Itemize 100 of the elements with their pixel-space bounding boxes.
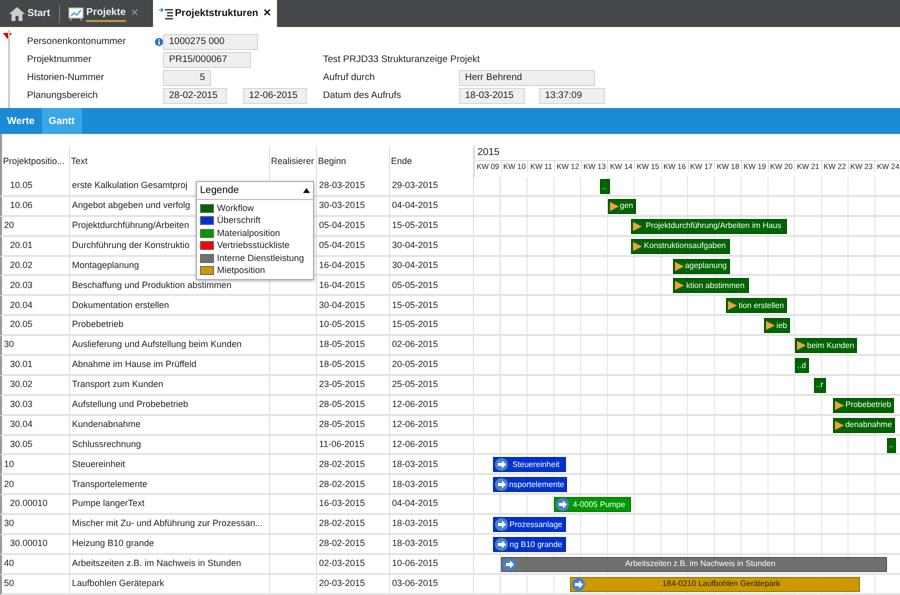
legend-label: Materialposition (217, 226, 280, 240)
play-icon (674, 262, 684, 271)
table-cell-text: Aufstellung und Probebetrieb (71, 398, 188, 411)
input-field[interactable]: 12-06-2015 (243, 88, 307, 104)
column-header[interactable]: Ende (390, 154, 412, 168)
gantt-bar[interactable]: .. (886, 438, 896, 453)
arrow-icon (556, 498, 570, 512)
table-cell-text: 20.04 (9, 298, 33, 312)
table-cell-text: 20.03 (9, 278, 33, 292)
table-cell-text: 28-02-2015 (318, 458, 366, 471)
table-cell-text: Heizung B10 grande (71, 537, 154, 550)
gantt-bar[interactable]: Arbeitszeiten z.B. im Nachweis in Stunden (500, 556, 887, 572)
input-field[interactable]: PR15/000067 (163, 52, 251, 68)
close-icon[interactable]: ✕ (263, 6, 271, 21)
play-icon (632, 242, 642, 251)
table-cell-text: Transport zum Kunden (71, 378, 164, 392)
table-cell-text: 30-03-2015 (318, 199, 366, 212)
table-cell-text: 18-03-2015 (391, 458, 438, 471)
gantt-bar[interactable]: Prozessanlage (493, 517, 566, 532)
gantt-bar[interactable]: ieb (764, 318, 790, 334)
input-field[interactable]: Herr Behrend (459, 70, 595, 86)
table-cell-text: Mischer mit Zu- und Abführung zur Prozessan... (71, 517, 263, 530)
table-cell-text: 18-03-2015 (391, 478, 438, 491)
field-label: Datum des Aufrufs (323, 88, 402, 103)
gantt-bar[interactable]: .. (600, 179, 610, 194)
gantt-bar[interactable]: ktion abstimmen (672, 278, 750, 294)
field-label: Historien-Nummer (27, 70, 104, 85)
table-cell-text: 20.05 (9, 318, 33, 332)
legend-label: Mietposition (217, 264, 266, 277)
gantt-bar[interactable]: 184-0210 Laufbohlen Gerätepark (570, 576, 860, 592)
field-label: Personenkontonummer (27, 34, 126, 49)
table-cell-text: 15-05-2015 (391, 218, 438, 232)
column-header[interactable]: Text (70, 154, 88, 168)
table-cell-text: 04-04-2015 (391, 497, 438, 510)
gantt-bar[interactable]: nsportelemente (493, 477, 568, 492)
tab[interactable]: Werte (0, 108, 42, 134)
gantt-bar[interactable]: 4-0005 Pumpe (554, 497, 631, 512)
input-field[interactable]: 5 (163, 70, 211, 86)
input-field[interactable]: 13:37:09 (539, 88, 605, 104)
table-cell-text: Transportelemente (71, 478, 148, 491)
table-cell-text: 23-05-2015 (318, 378, 366, 392)
table-cell-text: 28-05-2015 (318, 398, 366, 411)
gantt-bar[interactable]: ..d (795, 358, 809, 374)
field-label: Projektnummer (27, 52, 92, 67)
table-cell-text: 30.03 (9, 398, 33, 411)
table-cell-text: 30.05 (9, 438, 33, 451)
legend-label: Vertriebsstückliste (217, 239, 290, 252)
description-text: Test PRJD33 Strukturanzeige Projekt (323, 52, 480, 67)
arrow-icon (502, 558, 516, 571)
table-cell-text: 05-04-2015 (318, 218, 366, 232)
table-cell-text: 02-03-2015 (318, 557, 366, 570)
gantt-bar[interactable]: ..r (814, 378, 826, 393)
gantt-bar[interactable]: tion erstellen (726, 298, 788, 314)
table-cell-text: Abnahme im Hause im Prüffeld (71, 358, 196, 372)
input-field[interactable]: 18-03-2015 (459, 88, 525, 104)
table-cell-text: Auslieferung und Aufstellung beim Kunden (71, 338, 242, 352)
gantt-bar[interactable]: Probebetrieb (833, 398, 894, 413)
gantt-bar[interactable]: denabnahme (833, 418, 895, 433)
input-field[interactable]: 1000275 000 (163, 34, 258, 50)
column-header[interactable]: Projektpositio... (2, 154, 65, 168)
table-cell-text: Angebot abgeben und verfolg (71, 199, 190, 212)
tab[interactable]: Start (3, 0, 56, 27)
table-cell-text: 18-05-2015 (318, 358, 366, 372)
chart-board-icon (68, 6, 84, 20)
gantt-bar[interactable]: Projektdurchführung/Arbeiten im Haus (630, 218, 788, 234)
arrow-icon (495, 538, 508, 552)
table-cell-text: Pumpe langerText (71, 497, 145, 510)
table-cell-text: 10.05 (9, 179, 33, 192)
structure-list-icon (158, 8, 173, 20)
table-cell-text: Kundenabnahme (71, 418, 141, 431)
table-cell-text: 30.04 (9, 418, 33, 431)
tab[interactable]: Projektstrukturen ✕ (152, 0, 277, 27)
table-cell-text: 18-03-2015 (391, 537, 438, 550)
table-cell-text: 30.02 (9, 378, 33, 392)
table-cell-text: 40 (3, 557, 14, 570)
play-icon (610, 202, 619, 211)
table-cell-text: Laufbohlen Gerätepark (71, 577, 164, 590)
table-cell-text: 10-06-2015 (391, 557, 438, 570)
play-icon (766, 321, 776, 330)
column-header[interactable]: Realisierer (270, 154, 314, 168)
table-cell-text: 10.06 (9, 199, 33, 212)
table-cell-text: 16-04-2015 (318, 258, 366, 272)
gantt-bar[interactable]: beim Kunden (795, 338, 858, 354)
gantt-bar[interactable]: Steuereinheit (493, 457, 566, 472)
tab[interactable]: Projekte ✕ (62, 0, 145, 27)
gantt-bar[interactable]: ng B10 grande (493, 537, 566, 552)
column-header[interactable]: Beginn (317, 154, 346, 168)
play-icon (835, 400, 844, 410)
table-cell-text: Arbeitszeiten z.B. im Nachweis in Stunden (71, 557, 242, 570)
input-field[interactable]: 28-02-2015 (163, 88, 227, 104)
arrow-icon (495, 458, 508, 472)
legend-header[interactable]: Legende (197, 182, 313, 200)
table-cell-text: 16-03-2015 (318, 497, 366, 510)
table-cell-text: 20 (3, 478, 14, 491)
table-cell-text: 05-05-2015 (391, 278, 438, 292)
gantt-bar[interactable]: gen (608, 198, 636, 214)
table-cell-text: 12-06-2015 (391, 398, 438, 411)
gantt-bar[interactable]: Konstruktionsaufgaben (630, 238, 730, 254)
gantt-bar[interactable]: ageplanung (672, 258, 730, 274)
play-icon (797, 341, 806, 350)
